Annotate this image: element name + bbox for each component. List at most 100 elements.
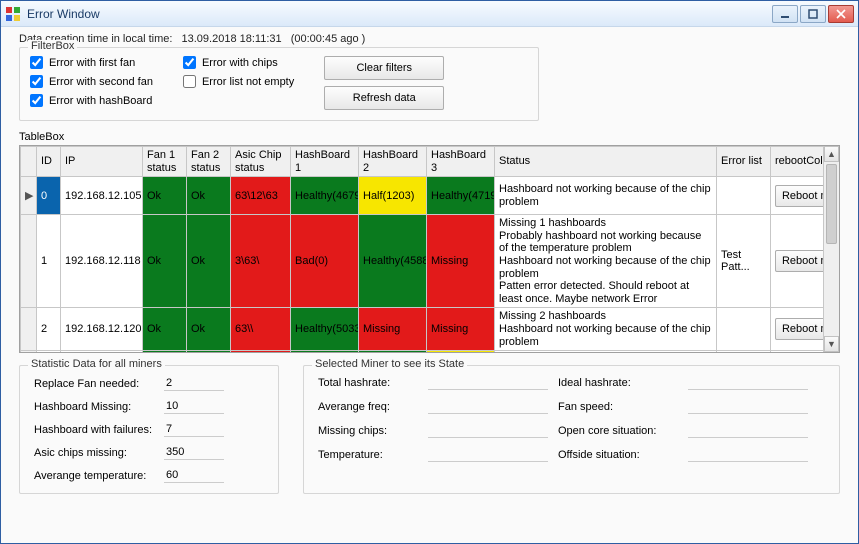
cell-error-list[interactable]: Test Patt... [717, 215, 771, 308]
col-fan2[interactable]: Fan 2 status [187, 147, 231, 177]
button-label: Refresh data [353, 92, 416, 104]
cell-fan1[interactable]: Ok [143, 351, 187, 352]
cell-ip[interactable]: 192.168.12.144 [61, 351, 143, 352]
checkbox-input[interactable] [183, 56, 196, 69]
checkbox-input[interactable] [183, 75, 196, 88]
asic-missing-label: Asic chips missing: [34, 447, 164, 459]
titlebar[interactable]: Error Window [1, 1, 858, 27]
col-id[interactable]: ID [37, 147, 61, 177]
checkbox-error-second-fan[interactable]: Error with second fan [30, 75, 153, 88]
cell-status[interactable]: Missing 2 hashboards Hashboard not worki… [495, 308, 717, 351]
ideal-hashrate-value [688, 376, 808, 390]
cell-fan2[interactable]: Ok [187, 177, 231, 215]
cell-fan1[interactable]: Ok [143, 308, 187, 351]
cell-hb3[interactable]: Half(2092) [427, 351, 495, 352]
checkbox-input[interactable] [30, 94, 43, 107]
data-grid[interactable]: ID IP Fan 1 status Fan 2 status Asic Chi… [19, 145, 840, 353]
scroll-thumb[interactable] [826, 164, 837, 244]
replace-fan-label: Replace Fan needed: [34, 378, 164, 390]
minimize-button[interactable] [772, 5, 798, 23]
statistics-legend: Statistic Data for all miners [28, 358, 165, 370]
cell-error-list[interactable] [717, 308, 771, 351]
hashboard-missing-value: 10 [164, 399, 224, 414]
cell-fan1[interactable]: Ok [143, 215, 187, 308]
cell-hb1[interactable]: Healthy(4679) [291, 177, 359, 215]
window-title: Error Window [27, 7, 772, 21]
cell-ip[interactable]: 192.168.12.105 [61, 177, 143, 215]
vertical-scrollbar[interactable]: ▲ ▼ [823, 146, 839, 352]
checkbox-input[interactable] [30, 56, 43, 69]
hashboard-failures-label: Hashboard with failures: [34, 424, 164, 436]
cell-fan2[interactable]: Ok [187, 351, 231, 352]
cell-hb2[interactable]: Half(1203) [359, 177, 427, 215]
clear-filters-button[interactable]: Clear filters [324, 56, 444, 80]
table-row[interactable]: 3192.168.12.144OkOk63\63\60Healthy(4379)… [21, 351, 824, 352]
col-hb2[interactable]: HashBoard 2 [359, 147, 427, 177]
cell-hb1[interactable]: Healthy(5033) [291, 308, 359, 351]
cell-ip[interactable]: 192.168.12.120 [61, 308, 143, 351]
cell-hb2[interactable]: Healthy(4588) [359, 215, 427, 308]
row-header[interactable] [21, 351, 37, 352]
open-core-label: Open core situation: [558, 425, 678, 437]
cell-hb2[interactable]: Healthy(4536) [359, 351, 427, 352]
cell-hb3[interactable]: Healthy(4719) [427, 177, 495, 215]
checkbox-error-hashboard[interactable]: Error with hashBoard [30, 94, 153, 107]
scroll-up-arrow-icon[interactable]: ▲ [824, 146, 839, 162]
cell-fan2[interactable]: Ok [187, 308, 231, 351]
scroll-track[interactable] [824, 162, 839, 336]
cell-status[interactable]: Hashboard not working because of the chi… [495, 177, 717, 215]
cell-id[interactable]: 3 [37, 351, 61, 352]
cell-fan2[interactable]: Ok [187, 215, 231, 308]
col-hb1[interactable]: HashBoard 1 [291, 147, 359, 177]
checkbox-error-list-not-empty[interactable]: Error list not empty [183, 75, 294, 88]
cell-hb3[interactable]: Missing [427, 215, 495, 308]
cell-hb2[interactable]: Missing [359, 308, 427, 351]
table-row[interactable]: ▶0192.168.12.105OkOk63\12\63Healthy(4679… [21, 177, 824, 215]
cell-id[interactable]: 2 [37, 308, 61, 351]
reboot-miner-button[interactable]: Reboot miner [775, 185, 823, 207]
table-row[interactable]: 2192.168.12.120OkOk63\\Healthy(5033)Miss… [21, 308, 824, 351]
row-header[interactable]: ▶ [21, 177, 37, 215]
refresh-data-button[interactable]: Refresh data [324, 86, 444, 110]
col-asic[interactable]: Asic Chip status [231, 147, 291, 177]
maximize-button[interactable] [800, 5, 826, 23]
cell-error-list[interactable]: Test Patt... [717, 351, 771, 352]
hashboard-failures-value: 7 [164, 422, 224, 437]
cell-id[interactable]: 0 [37, 177, 61, 215]
scroll-down-arrow-icon[interactable]: ▼ [824, 336, 839, 352]
cell-asic[interactable]: 63\63\60 [231, 351, 291, 352]
cell-asic[interactable]: 63\\ [231, 308, 291, 351]
cell-asic[interactable]: 63\12\63 [231, 177, 291, 215]
row-header[interactable] [21, 215, 37, 308]
offside-label: Offside situation: [558, 449, 678, 461]
col-fan1[interactable]: Fan 1 status [143, 147, 187, 177]
reboot-miner-button[interactable]: Reboot miner [775, 318, 823, 340]
col-hb3[interactable]: HashBoard 3 [427, 147, 495, 177]
reboot-miner-button[interactable]: Reboot miner [775, 250, 823, 272]
table-row[interactable]: 1192.168.12.118OkOk3\63\Bad(0)Healthy(45… [21, 215, 824, 308]
checkbox-error-first-fan[interactable]: Error with first fan [30, 56, 153, 69]
checkbox-input[interactable] [30, 75, 43, 88]
checkbox-label: Error with chips [202, 57, 278, 69]
cell-id[interactable]: 1 [37, 215, 61, 308]
col-status[interactable]: Status [495, 147, 717, 177]
cell-error-list[interactable] [717, 177, 771, 215]
cell-fan1[interactable]: Ok [143, 177, 187, 215]
cell-status[interactable]: Probably hashboard not working because o… [495, 351, 717, 352]
cell-asic[interactable]: 3\63\ [231, 215, 291, 308]
row-header[interactable] [21, 308, 37, 351]
checkbox-error-chips[interactable]: Error with chips [183, 56, 294, 69]
cell-status[interactable]: Missing 1 hashboards Probably hashboard … [495, 215, 717, 308]
cell-hb3[interactable]: Missing [427, 308, 495, 351]
close-button[interactable] [828, 5, 854, 23]
col-reboot[interactable]: rebootColumn [771, 147, 824, 177]
col-error-list[interactable]: Error list [717, 147, 771, 177]
statistics-box: Statistic Data for all miners Replace Fa… [19, 365, 279, 494]
creation-time-ago: (00:00:45 ago ) [291, 33, 366, 45]
cell-hb1[interactable]: Healthy(4379) [291, 351, 359, 352]
cell-ip[interactable]: 192.168.12.118 [61, 215, 143, 308]
checkbox-label: Error with second fan [49, 76, 153, 88]
avg-temp-label: Averange temperature: [34, 470, 164, 482]
col-ip[interactable]: IP [61, 147, 143, 177]
cell-hb1[interactable]: Bad(0) [291, 215, 359, 308]
